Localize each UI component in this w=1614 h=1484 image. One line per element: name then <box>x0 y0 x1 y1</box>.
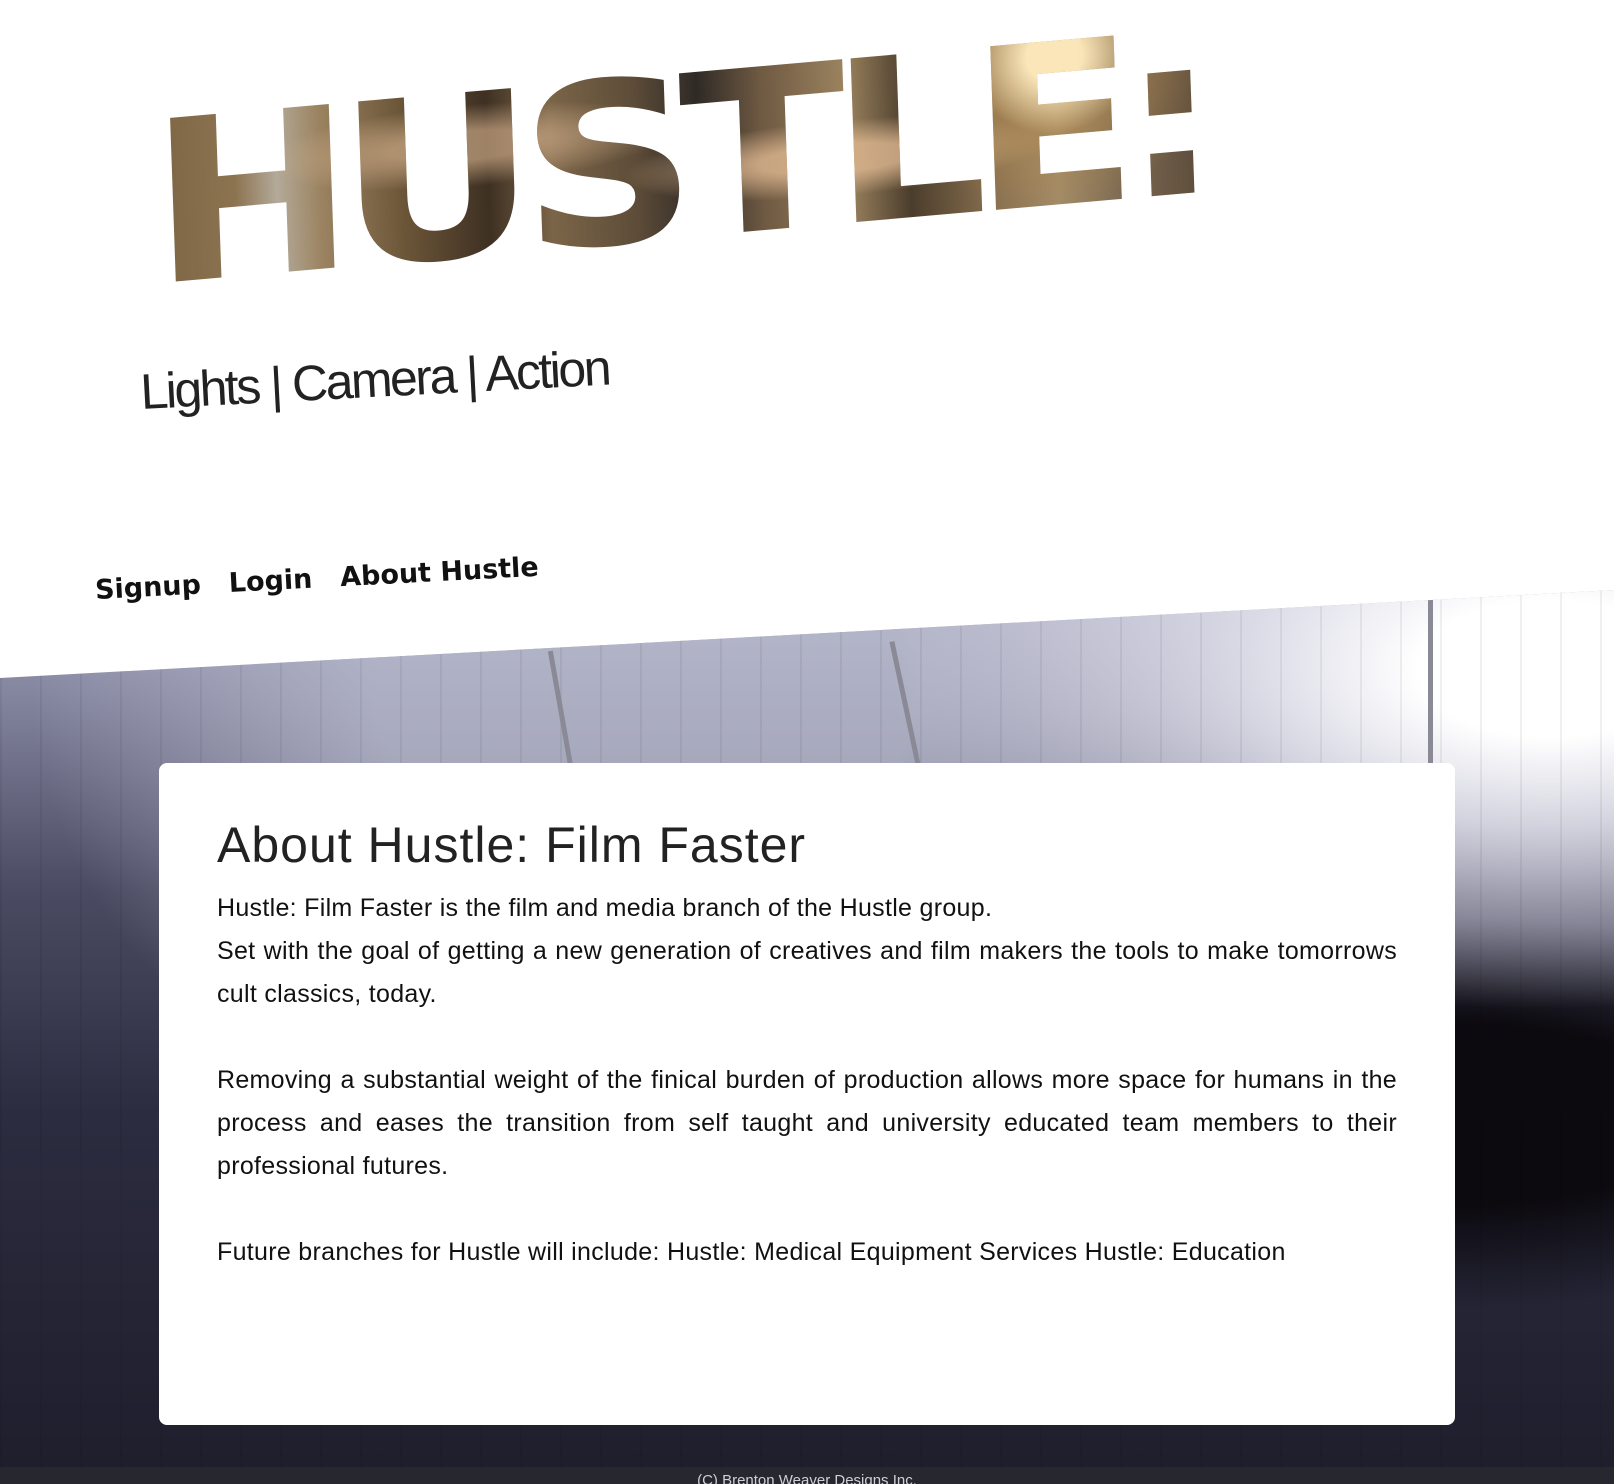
nav-about-link[interactable]: About Hustle <box>339 552 539 593</box>
nav-signup-link[interactable]: Signup <box>94 570 201 606</box>
footer-copyright: (C) Brenton Weaver Designs Inc. <box>697 1472 917 1484</box>
footer: (C) Brenton Weaver Designs Inc. <box>0 1467 1614 1484</box>
about-intro-line-1: Hustle: Film Faster is the film and medi… <box>217 894 993 922</box>
about-intro-line-2: Set with the goal of getting a new gener… <box>217 937 1397 1008</box>
about-paragraph-future: Future branches for Hustle will include:… <box>217 1238 1286 1266</box>
nav-login-link[interactable]: Login <box>228 564 313 599</box>
main-nav: Signup Login About Hustle <box>94 552 539 606</box>
about-paragraph-intro: Hustle: Film Faster is the film and medi… <box>217 887 1397 1016</box>
about-paragraph-mission: Removing a substantial weight of the fin… <box>217 1066 1397 1180</box>
tagline: Lights | Camera | Action <box>139 339 611 421</box>
logo: HUSTLE: <box>145 0 1304 338</box>
logo-text: HUSTLE: <box>146 0 1209 338</box>
about-title: About Hustle: Film Faster <box>217 817 807 873</box>
about-card: About Hustle: Film Faster Hustle: Film F… <box>159 763 1455 1425</box>
